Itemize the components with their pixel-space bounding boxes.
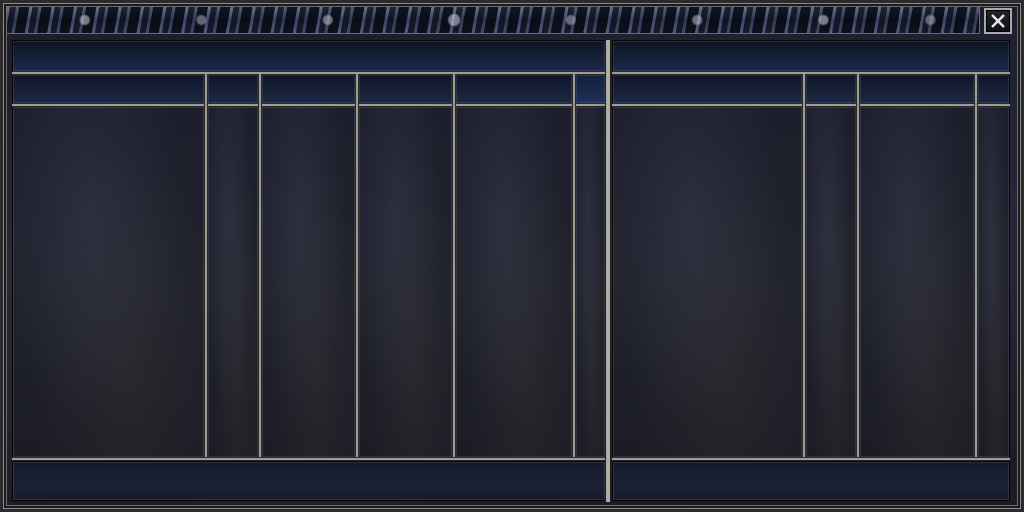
left-column-separator: [259, 74, 261, 460]
left-panel: [12, 40, 606, 502]
title-bar[interactable]: [6, 6, 980, 34]
ranking-window: [0, 0, 1024, 512]
left-column-header-1[interactable]: [12, 74, 205, 104]
left-column-body-4: [358, 106, 453, 458]
right-column-body-2: [805, 106, 857, 458]
right-column-header-3[interactable]: [859, 74, 975, 104]
right-panel-footer: [612, 461, 1010, 501]
left-column-body-2: [207, 106, 259, 458]
left-panel-footer: [12, 461, 606, 501]
right-column-separator: [803, 74, 805, 460]
left-column-header-2[interactable]: [207, 74, 259, 104]
right-column-header-separator: [612, 104, 1010, 106]
left-header-separator: [12, 72, 606, 74]
right-column-body-1: [612, 106, 803, 458]
right-footer-separator: [612, 458, 1010, 460]
left-footer-separator: [12, 458, 606, 460]
left-column-header-6[interactable]: [575, 74, 606, 104]
left-column-body-3: [261, 106, 356, 458]
left-column-separator: [573, 74, 575, 460]
left-column-header-5[interactable]: [455, 74, 573, 104]
right-column-body-4: [977, 106, 1010, 458]
left-column-separator: [205, 74, 207, 460]
left-column-header-3[interactable]: [261, 74, 356, 104]
right-column-separator: [857, 74, 859, 460]
right-header-separator: [612, 72, 1010, 74]
right-column-header-2[interactable]: [805, 74, 857, 104]
right-panel: [612, 40, 1010, 502]
left-column-body-5: [455, 106, 573, 458]
right-column-separator: [975, 74, 977, 460]
left-column-body-1: [12, 106, 205, 458]
left-column-body-6: [575, 106, 606, 458]
right-panel-header: [612, 40, 1010, 72]
right-column-body-3: [859, 106, 975, 458]
left-column-header-separator: [12, 104, 606, 106]
right-column-header-1[interactable]: [612, 74, 803, 104]
left-column-header-4[interactable]: [358, 74, 453, 104]
left-column-separator: [356, 74, 358, 460]
left-column-separator: [453, 74, 455, 460]
close-button[interactable]: [984, 8, 1012, 34]
left-panel-header: [12, 40, 606, 72]
panel-divider: [606, 40, 610, 502]
right-column-header-4[interactable]: [977, 74, 1010, 104]
